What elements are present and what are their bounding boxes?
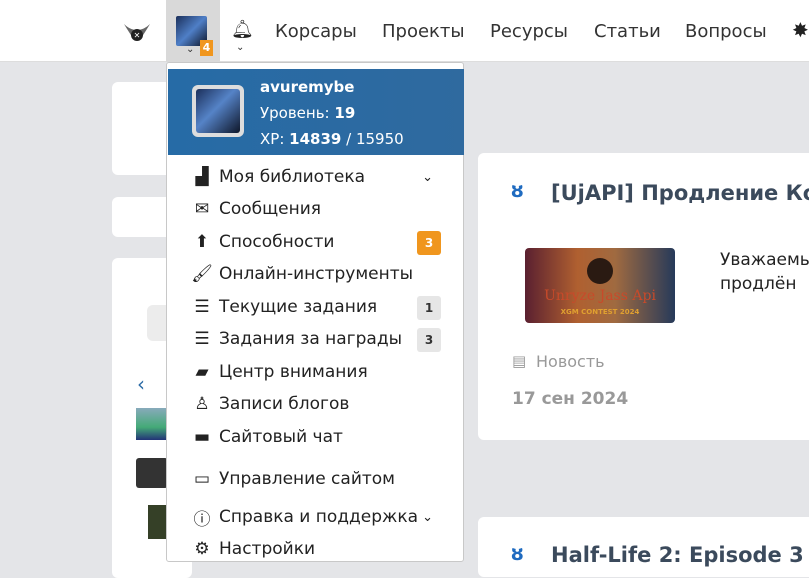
post-category[interactable]: Новость <box>536 352 605 371</box>
post-date: 17 сен 2024 <box>512 389 629 409</box>
menu-item-label: Центр внимания <box>219 362 368 382</box>
thumbnail[interactable] <box>136 458 168 488</box>
thumbnail[interactable] <box>136 408 168 440</box>
post-title[interactable]: [UjAPI] Продление Ко <box>551 181 809 205</box>
menu-item-label: Сообщения <box>219 199 322 219</box>
count-badge: 3 <box>417 328 441 352</box>
brush-icon: 🖌︎ <box>191 264 213 284</box>
post-image[interactable]: Unryze Jass Api XGM CONTEST 2024 <box>525 248 675 323</box>
thumbnail[interactable] <box>148 505 168 539</box>
user-profile-header[interactable]: avuremybe Уровень: 19 XP: 14839 / 15950 <box>168 69 464 155</box>
nav-projects[interactable]: Проекты <box>382 21 465 42</box>
avatar <box>192 85 244 137</box>
top-navbar: ✕ ⌄ 4 🔔︎ ⌄ Корсары Проекты Ресурсы Стать… <box>0 0 809 62</box>
menu-item-label: Управление сайтом <box>219 469 395 489</box>
monitor-icon: ▭ <box>193 469 211 489</box>
svg-text:✕: ✕ <box>134 31 141 40</box>
user-menu-button[interactable]: ⌄ 4 <box>166 0 220 62</box>
image-icon: ▰ <box>195 362 209 382</box>
menu-item[interactable]: ▟ Моя библиотека ⌄ <box>191 163 441 191</box>
chevron-left-icon[interactable]: ‹ <box>137 372 145 396</box>
menu-item[interactable]: ✉ Сообщения <box>191 195 441 223</box>
menu-item-label: Текущие задания <box>219 297 378 317</box>
menu-item[interactable]: ⚙ Настройки <box>191 535 441 563</box>
menu-item[interactable]: ▬ Сайтовый чат <box>191 423 441 451</box>
count-badge: 1 <box>417 296 441 320</box>
nav-resources[interactable]: Ресурсы <box>490 21 568 42</box>
post-card: ȣ [UjAPI] Продление Ко Unryze Jass Api X… <box>478 153 809 440</box>
username: avuremybe <box>260 78 355 96</box>
menu-item-label: Справка и поддержка <box>219 507 419 527</box>
post-title[interactable]: Half-Life 2: Episode 3 с <box>551 543 809 567</box>
info-icon: ⓘ <box>193 509 211 530</box>
post-excerpt: Уважаемы <box>720 250 809 270</box>
post-card: ȣ Half-Life 2: Episode 3 с <box>478 517 809 577</box>
user-dropdown-menu: avuremybe Уровень: 19 XP: 14839 / 15950 … <box>166 62 464 562</box>
menu-item-label: Способности <box>219 232 335 252</box>
post-excerpt: продлён <box>720 274 797 294</box>
chevron-down-icon: ⌄ <box>186 44 195 55</box>
gear-icon: ⚙ <box>194 539 210 559</box>
bell-icon[interactable]: 🔔︎ <box>231 19 254 40</box>
chevron-down-icon[interactable]: ⌄ <box>422 510 433 525</box>
level-line: Уровень: 19 <box>260 104 356 122</box>
reader-icon: ♙ <box>194 394 210 414</box>
library-icon: ▟ <box>195 167 209 187</box>
menu-item[interactable]: ☰ Задания за награды 3 <box>191 325 441 353</box>
nav-corsairs[interactable]: Корсары <box>275 21 357 42</box>
tasks-icon: ☰ <box>194 297 210 317</box>
menu-item[interactable]: 🖌︎ Онлайн-инструменты <box>191 260 441 288</box>
nav-questions[interactable]: Вопросы <box>685 21 767 42</box>
notification-badge: 4 <box>200 40 213 56</box>
nav-articles[interactable]: Статьи <box>594 21 661 42</box>
menu-item[interactable]: ▰ Центр внимания <box>191 358 441 386</box>
chevron-down-icon: ⌄ <box>236 42 245 53</box>
menu-item-label: Моя библиотека <box>219 167 366 187</box>
envelope-icon: ✉ <box>194 199 210 219</box>
chat-icon: ▬ <box>193 427 211 447</box>
burst-icon[interactable]: ✸ <box>792 18 809 42</box>
menu-item-label: Сайтовый чат <box>219 427 343 447</box>
menu-item-label: Записи блогов <box>219 394 350 414</box>
medal-icon: ȣ <box>511 543 524 565</box>
site-logo-icon[interactable]: ✕ <box>122 18 152 46</box>
menu-item-label: Онлайн-инструменты <box>219 264 414 284</box>
menu-item[interactable]: ⬆ Способности 3 <box>191 228 441 256</box>
menu-item[interactable]: ☰ Текущие задания 1 <box>191 293 441 321</box>
medal-icon: ȣ <box>511 180 524 202</box>
menu-item-label: Настройки <box>219 539 316 559</box>
menu-item[interactable]: ⓘ Справка и поддержка ⌄ <box>191 503 441 531</box>
chevron-down-icon[interactable]: ⌄ <box>422 170 433 185</box>
menu-item[interactable]: ▭ Управление сайтом <box>191 465 441 493</box>
news-icon: ▤ <box>512 352 527 370</box>
tasks-icon: ☰ <box>194 329 210 349</box>
xp-line: XP: 14839 / 15950 <box>260 130 404 148</box>
menu-item-label: Задания за награды <box>219 329 402 349</box>
arrow-up-circle-icon: ⬆ <box>194 232 210 252</box>
count-badge: 3 <box>417 231 441 255</box>
menu-item[interactable]: ♙ Записи блогов <box>191 390 441 418</box>
